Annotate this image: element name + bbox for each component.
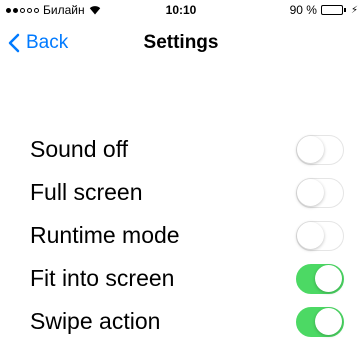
setting-label: Sound off xyxy=(30,136,129,162)
battery-icon xyxy=(320,5,346,15)
setting-row-runtime-mode: Runtime mode xyxy=(0,214,362,257)
battery-info: 90 % ⚡ xyxy=(290,3,358,17)
runtime-mode-toggle[interactable] xyxy=(296,220,344,251)
fit-into-screen-toggle[interactable] xyxy=(296,263,344,294)
setting-label: Fit into screen xyxy=(30,265,175,291)
status-bar: Билайн 10:10 90 % ⚡ xyxy=(0,0,362,20)
settings-list: Sound off Full screen Runtime mode Fit i… xyxy=(0,128,362,343)
setting-row-fit-into-screen: Fit into screen xyxy=(0,257,362,300)
charging-bolt-icon: ⚡ xyxy=(350,4,358,16)
setting-row-swipe-action: Swipe action xyxy=(0,300,362,343)
sound-off-toggle[interactable] xyxy=(296,134,344,165)
full-screen-toggle[interactable] xyxy=(296,177,344,208)
setting-label: Swipe action xyxy=(30,308,161,334)
setting-row-full-screen: Full screen xyxy=(0,171,362,214)
setting-row-sound-off: Sound off xyxy=(0,128,362,171)
page-title: Settings xyxy=(143,32,219,53)
swipe-action-toggle[interactable] xyxy=(296,306,344,337)
setting-label: Full screen xyxy=(30,179,143,205)
setting-label: Runtime mode xyxy=(30,222,180,248)
navigation-bar: Back Settings xyxy=(0,20,362,80)
battery-percent: 90 % xyxy=(289,3,317,17)
